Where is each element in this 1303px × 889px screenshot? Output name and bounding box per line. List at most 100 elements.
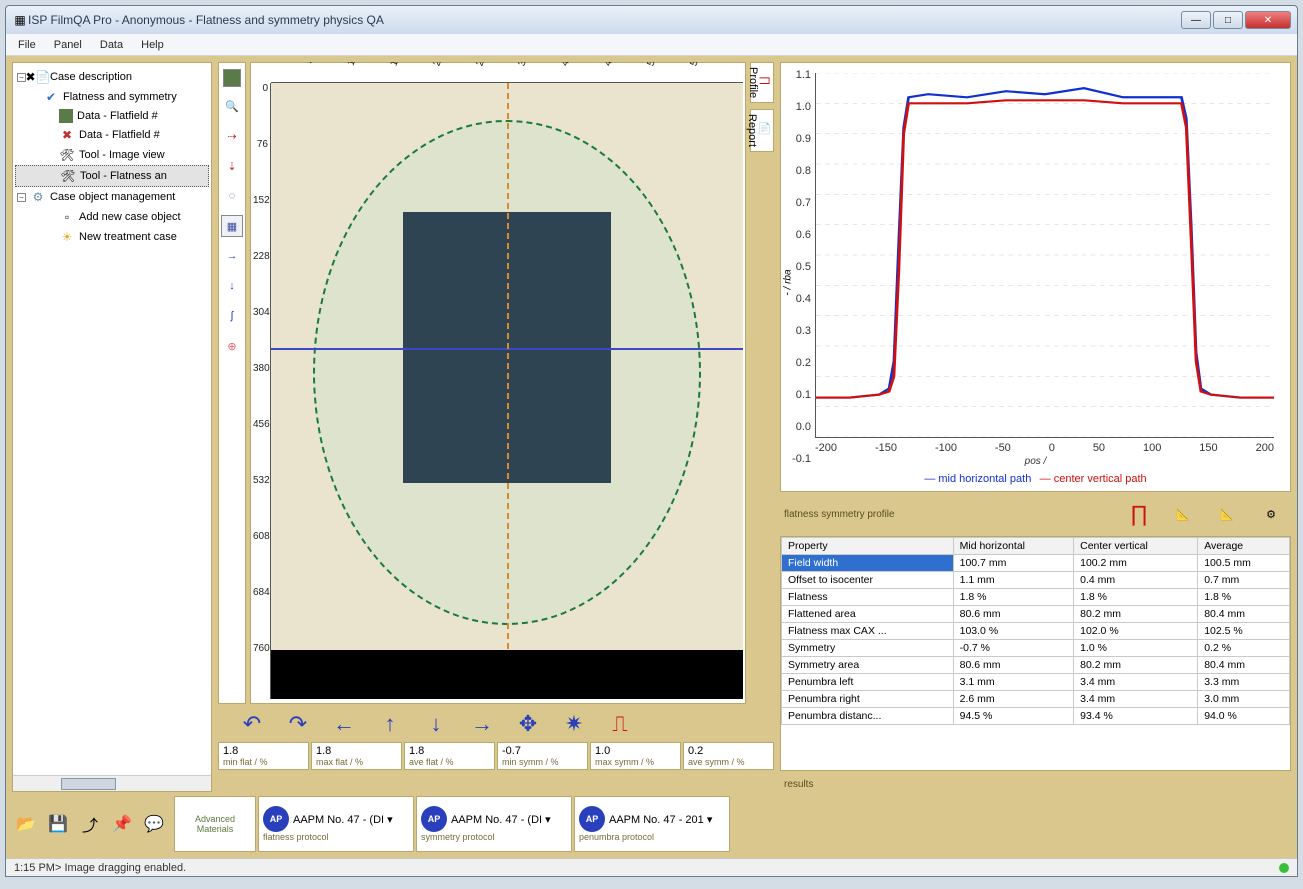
table-row[interactable]: Symmetry-0.7 %1.0 %0.2 % [782, 640, 1290, 657]
gear-icon[interactable]: ⚙ [1255, 498, 1287, 530]
profile-shape-icon[interactable]: ∏ [1123, 498, 1155, 530]
crosshair-v-icon[interactable]: ⇣ [221, 155, 243, 177]
rotate-cw-icon[interactable]: ↷ [282, 710, 314, 738]
ruler-right-icon[interactable]: 📐 [1211, 498, 1243, 530]
protocol-select[interactable]: AAPM No. 47 - (DI ▾ [451, 813, 551, 826]
col-header[interactable]: Average [1198, 538, 1290, 555]
open-icon[interactable]: 📂 [14, 812, 38, 836]
save-icon[interactable]: 💾 [46, 812, 70, 836]
film-preview-icon[interactable]: ▦ [221, 215, 243, 237]
menu-panel[interactable]: Panel [54, 39, 82, 51]
film-viewport[interactable]: 059119178237297356415474534593 076152228… [250, 62, 746, 704]
titlebar[interactable]: ▦ ISP FilmQA Pro - Anonymous - Flatness … [6, 6, 1297, 34]
check-icon: ✔ [43, 89, 59, 105]
arrow-down-icon[interactable]: ↓ [420, 710, 452, 738]
protocol-select[interactable]: AAPM No. 47 - (DI ▾ [293, 813, 393, 826]
profile-curve-icon[interactable]: ∫ [221, 305, 243, 327]
pin-icon[interactable]: 📌 [110, 812, 134, 836]
col-header[interactable]: Center vertical [1074, 538, 1198, 555]
vertical-profile-line[interactable] [507, 83, 509, 699]
case-tree[interactable]: − ✖📄 Case description ✔ Flatness and sym… [13, 63, 211, 775]
gear-icon: ⚙ [30, 189, 46, 205]
table-row[interactable]: Symmetry area80.6 mm80.2 mm80.4 mm [782, 657, 1290, 674]
client-area: − ✖📄 Case description ✔ Flatness and sym… [6, 56, 1297, 858]
status-indicator-icon [1279, 863, 1289, 873]
window-title: ISP FilmQA Pro - Anonymous - Flatness an… [28, 13, 1181, 27]
tree-tool-image-view[interactable]: 🛠 Tool - Image view [15, 145, 209, 165]
table-row[interactable]: Flatness1.8 %1.8 %1.8 % [782, 589, 1290, 606]
menu-file[interactable]: File [18, 39, 36, 51]
chart-plot-area[interactable] [815, 73, 1274, 438]
penumbra-protocol[interactable]: APAAPM No. 47 - 201 ▾ penumbra protocol [574, 796, 730, 852]
tree-new-treatment-case[interactable]: ☀ New treatment case [15, 227, 209, 247]
rotate-ccw-icon[interactable]: ↶ [236, 710, 268, 738]
tip-icon[interactable]: 💬 [142, 812, 166, 836]
ruler-left-icon[interactable]: 📐 [1167, 498, 1199, 530]
profile-red-icon[interactable]: ⎍ [604, 710, 636, 738]
profile-icon: ∏ [759, 67, 771, 94]
vendor-logo-text: Advanced Materials [179, 814, 251, 834]
close-button[interactable]: ✕ [1245, 11, 1291, 29]
chart-xlabel: pos / [787, 456, 1284, 467]
arrow-down-icon[interactable]: ↓ [221, 275, 243, 297]
case-tree-panel: − ✖📄 Case description ✔ Flatness and sym… [12, 62, 212, 792]
tree-tool-flatness[interactable]: 🛠 Tool - Flatness an [15, 165, 209, 187]
statusbar: 1:15 PM> Image dragging enabled. [6, 858, 1297, 876]
crosshair-h-icon[interactable]: ⇢ [221, 125, 243, 147]
protocol-label: flatness protocol [263, 832, 409, 842]
tree-case-object-mgmt[interactable]: − ⚙ Case object management [15, 187, 209, 207]
results-table[interactable]: PropertyMid horizontalCenter verticalAve… [781, 537, 1290, 725]
arrow-left-icon[interactable]: ← [328, 710, 360, 738]
flatfield-icon [59, 109, 73, 123]
table-row[interactable]: Field width100.7 mm100.2 mm100.5 mm [782, 555, 1290, 572]
collapse-icon[interactable]: − [17, 193, 26, 202]
symmetry-protocol[interactable]: APAAPM No. 47 - (DI ▾ symmetry protocol [416, 796, 572, 852]
arrow-up-icon[interactable]: ↑ [374, 710, 406, 738]
results-label: results [780, 777, 1291, 792]
stat-ave-flat: 1.8ave flat / % [404, 742, 495, 770]
flatness-protocol[interactable]: APAAPM No. 47 - (DI ▾ flatness protocol [258, 796, 414, 852]
arrow-right-icon[interactable]: → [466, 710, 498, 738]
tree-data-flatfield-b[interactable]: ✖ Data - Flatfield # [15, 125, 209, 145]
legend-vert: center vertical path [1054, 473, 1147, 485]
protocol-row: Advanced Materials APAAPM No. 47 - (DI ▾… [174, 796, 730, 852]
pan-icon[interactable]: ✥ [512, 710, 544, 738]
tree-add-new-object[interactable]: ▫ Add new case object [15, 207, 209, 227]
table-row[interactable]: Penumbra left3.1 mm3.4 mm3.3 mm [782, 674, 1290, 691]
table-row[interactable]: Offset to isocenter1.1 mm0.4 mm0.7 mm [782, 572, 1290, 589]
stat-max-symm: 1.0max symm / % [590, 742, 681, 770]
target-icon[interactable]: ⊕ [221, 335, 243, 357]
tree-label: Tool - Image view [79, 149, 165, 161]
tree-case-description[interactable]: − ✖📄 Case description [15, 67, 209, 87]
tree-scrollbar[interactable] [13, 775, 211, 791]
table-row[interactable]: Flatness max CAX ...103.0 %102.0 %102.5 … [782, 623, 1290, 640]
table-row[interactable]: Penumbra right2.6 mm3.4 mm3.0 mm [782, 691, 1290, 708]
burst-icon[interactable]: ✷ [558, 710, 590, 738]
film-canvas[interactable] [271, 83, 743, 699]
col-header[interactable]: Property [782, 538, 954, 555]
dashed-circle-icon[interactable]: ◌ [221, 185, 243, 207]
arrow-right-icon[interactable]: → [221, 245, 243, 267]
table-row[interactable]: Penumbra distanc...94.5 %93.4 %94.0 % [782, 708, 1290, 725]
tree-data-flatfield-a[interactable]: Data - Flatfield # [15, 107, 209, 125]
menu-help[interactable]: Help [141, 39, 164, 51]
table-row[interactable]: Flattened area80.6 mm80.2 mm80.4 mm [782, 606, 1290, 623]
zoom-icon[interactable]: 🔍 [221, 95, 243, 117]
stats-row: 1.8min flat / % 1.8max flat / % 1.8ave f… [218, 742, 774, 770]
maximize-button[interactable]: □ [1213, 11, 1243, 29]
chart-xticks: -200-150-100-50050100150200 [815, 442, 1274, 454]
col-header[interactable]: Mid horizontal [953, 538, 1074, 555]
tree-flatness-symmetry[interactable]: ✔ Flatness and symmetry [15, 87, 209, 107]
tab-report[interactable]: 📄Report [750, 109, 774, 152]
chart-legend: — mid horizontal path — center vertical … [787, 473, 1284, 485]
menu-data[interactable]: Data [100, 39, 123, 51]
export-icon[interactable]: ⤴ [78, 812, 102, 836]
aapm-icon: AP [579, 806, 605, 832]
quick-toolbar: 📂 💾 ⤴ 📌 💬 [12, 796, 168, 852]
tools-icon: 🛠 [59, 147, 75, 163]
stat-min-flat: 1.8min flat / % [218, 742, 309, 770]
thumb-icon[interactable] [223, 69, 241, 87]
tab-profile[interactable]: ∏Profile [750, 62, 774, 103]
minimize-button[interactable]: — [1181, 11, 1211, 29]
protocol-select[interactable]: AAPM No. 47 - 201 ▾ [609, 813, 712, 826]
